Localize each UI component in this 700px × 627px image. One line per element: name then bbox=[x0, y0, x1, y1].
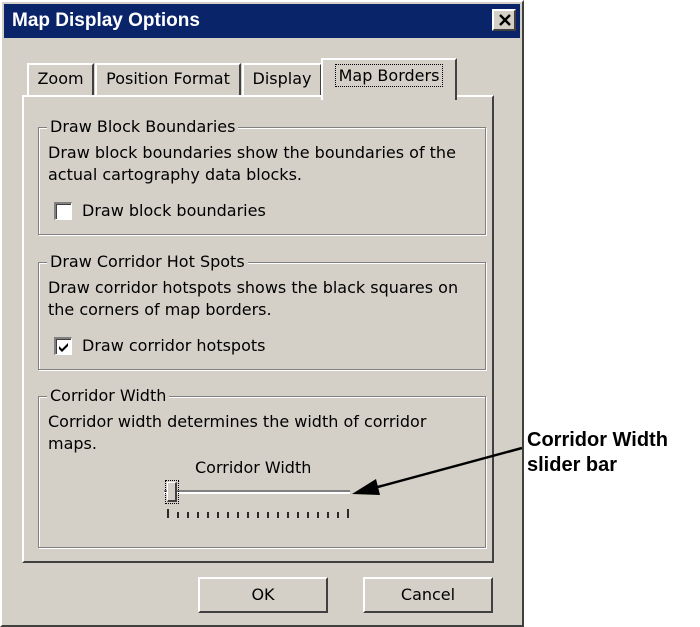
screenshot-canvas: Map Display Options Zoom Position Format… bbox=[0, 0, 700, 627]
callout-arrow bbox=[352, 446, 523, 495]
